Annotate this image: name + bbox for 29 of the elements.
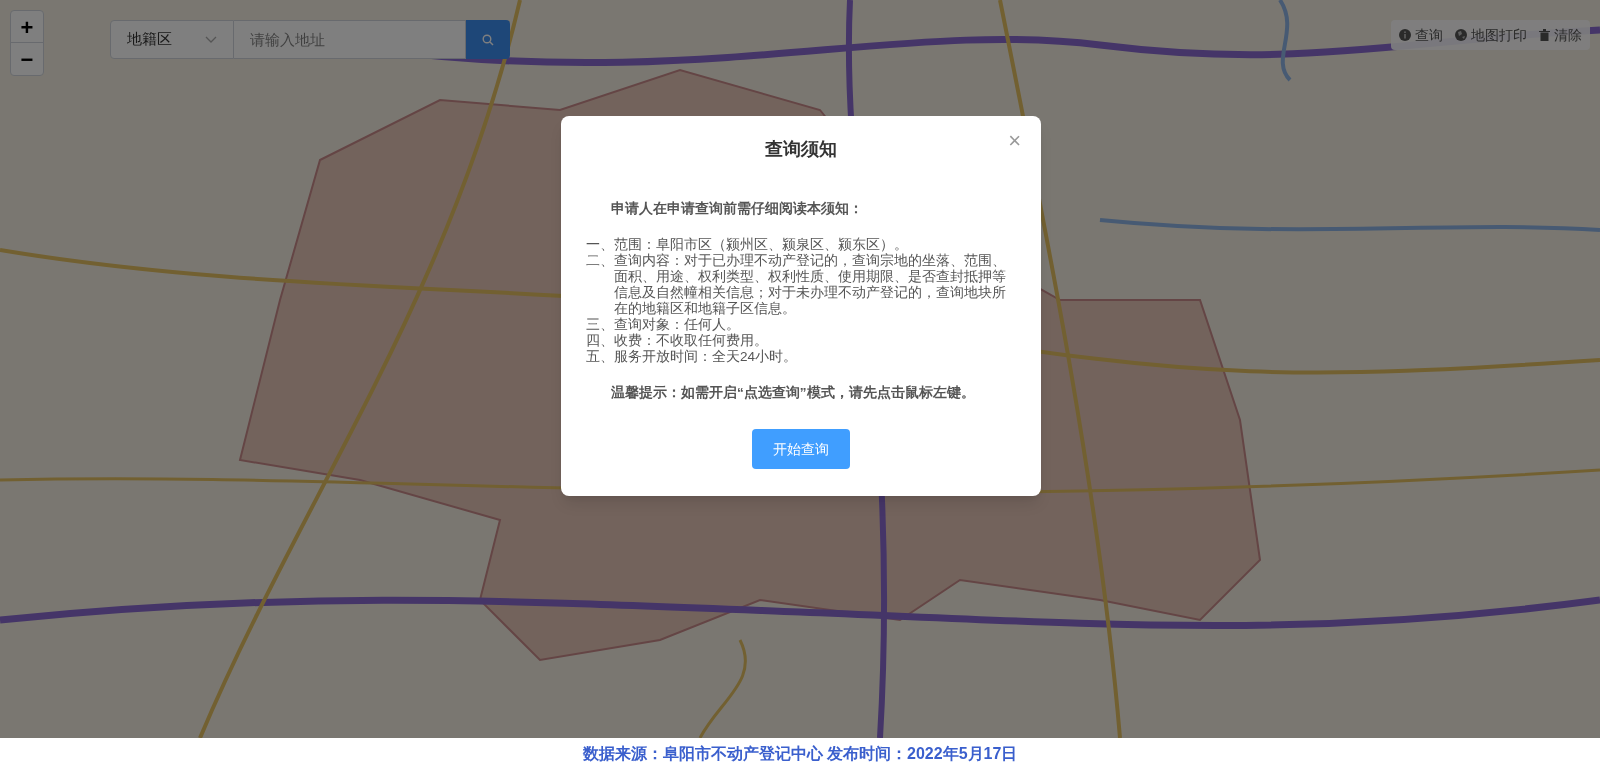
globe-icon xyxy=(1455,29,1467,41)
notice-item: 收费：不收取任何费用。 xyxy=(614,333,768,349)
notice-item: 服务开放时间：全天24小时。 xyxy=(614,349,798,365)
dialog-title: 查询须知 xyxy=(765,138,837,161)
search-field[interactable]: 请输入地址 xyxy=(234,20,466,59)
item-marker: 三、 xyxy=(586,317,614,333)
notice-item: 范围：阜阳市区（颍州区、颍泉区、颍东区）。 xyxy=(614,237,908,253)
zoom-in-button[interactable]: + xyxy=(11,11,43,43)
toolbar-button[interactable]: 地图打印 xyxy=(1455,24,1527,46)
search-icon xyxy=(482,33,494,46)
toolbar-button[interactable]: 清除 xyxy=(1539,24,1582,46)
data-source-caption: 数据来源：阜阳市不动产登记中心 发布时间：2022年5月17日 xyxy=(582,744,1018,764)
close-button[interactable]: × xyxy=(1008,130,1021,152)
zoom-out-button[interactable]: − xyxy=(11,43,43,75)
item-marker: 五、 xyxy=(586,349,614,365)
notice-intro: 申请人在申请查询前需仔细阅读本须知： xyxy=(610,201,864,217)
item-marker: 四、 xyxy=(586,333,614,349)
notice-tip: 温馨提示：如需开启“点选查询”模式，请先点击鼠标左键。 xyxy=(610,385,976,401)
notice-item: 查询内容：对于已办理不动产登记的，查询宗地的坐落、范围、面积、用途、权利类型、权利性质、使用期限、是否查封抵押等信息及自然幢相关信息；对于未办理不动产登记的，查询地块所在的地籍区和地籍子区信息。 xyxy=(614,253,1007,317)
toolbar-button[interactable]: 查询 xyxy=(1399,24,1443,46)
info-icon xyxy=(1399,29,1411,41)
chevron-down-icon xyxy=(205,35,217,44)
notice-item: 查询对象：任何人。 xyxy=(614,317,740,333)
item-marker: 一、 xyxy=(586,237,614,253)
search-button[interactable] xyxy=(466,20,510,59)
start-query-button[interactable]: 开始查询 xyxy=(752,429,850,469)
item-marker: 二、 xyxy=(586,253,614,270)
trash-icon xyxy=(1539,29,1550,41)
district-select[interactable]: 地籍区 xyxy=(110,20,234,59)
